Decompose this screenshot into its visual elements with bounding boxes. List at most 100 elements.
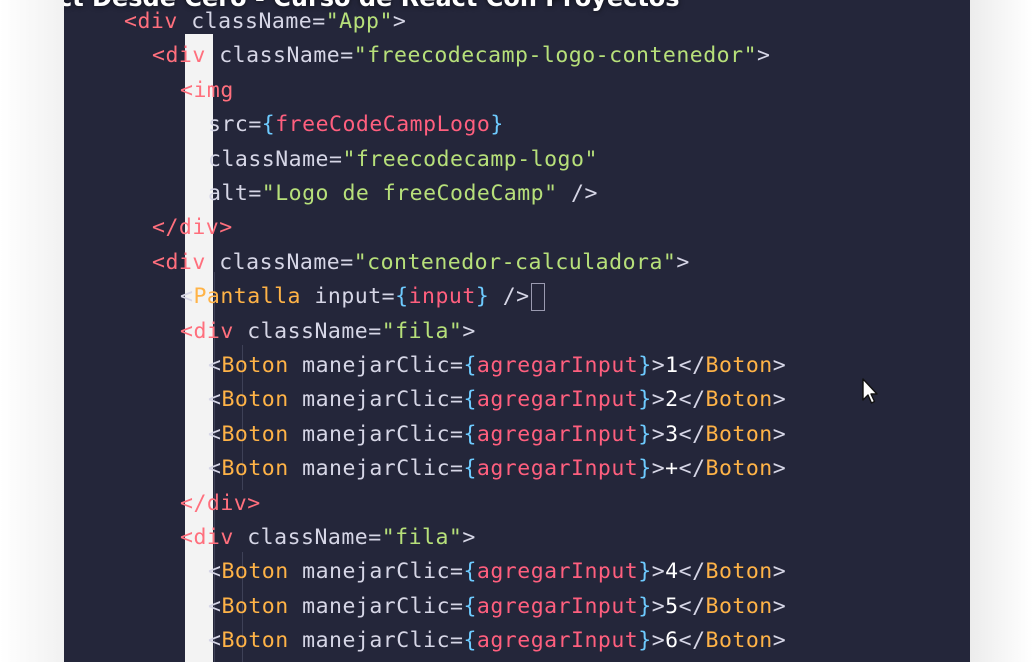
- code-line[interactable]: <Boton manejarClic={agregarInput}>1</Bot…: [208, 351, 786, 381]
- code-token: agregarInput: [476, 628, 639, 654]
- code-token: {: [463, 559, 477, 585]
- code-token: }: [490, 112, 504, 138]
- code-line[interactable]: <div className="freecodecamp-logo-conten…: [152, 41, 770, 71]
- code-token: +: [665, 456, 679, 482]
- code-token: >: [772, 387, 787, 413]
- code-line[interactable]: </div>: [152, 213, 233, 243]
- code-token: Boton: [221, 559, 303, 585]
- code-token: </: [678, 387, 706, 413]
- code-line[interactable]: <Boton manejarClic={agregarInput}>3</Bot…: [208, 420, 786, 450]
- code-token: "freecodecamp-logo-contenedor": [353, 43, 758, 69]
- code-token: Boton: [221, 421, 303, 447]
- code-token: </: [678, 593, 706, 619]
- code-token: />: [557, 181, 598, 206]
- code-token: Boton: [705, 387, 773, 413]
- code-token: >: [651, 593, 666, 619]
- code-token: >: [651, 628, 666, 654]
- code-token: }: [638, 559, 652, 585]
- code-line[interactable]: <div className="contenedor-calculadora">: [152, 248, 690, 278]
- code-token: <: [208, 559, 222, 585]
- code-token: /: [489, 284, 517, 310]
- code-token: freeCodeCampLogo: [275, 112, 491, 138]
- text-cursor: [530, 283, 545, 312]
- code-line[interactable]: <div className="App">: [124, 7, 406, 37]
- code-token: manejarClic=: [302, 559, 464, 585]
- code-token: }: [638, 593, 652, 619]
- code-line[interactable]: src={freeCodeCampLogo}: [208, 110, 504, 140]
- code-line[interactable]: <Boton manejarClic={agregarInput}>5</Bot…: [208, 592, 786, 622]
- code-token: >: [462, 318, 476, 344]
- code-token: <: [208, 593, 222, 619]
- code-token: agregarInput: [476, 593, 639, 619]
- code-token: 5: [665, 593, 679, 619]
- code-token: Boton: [221, 387, 303, 413]
- code-token: </: [678, 559, 706, 585]
- code-line[interactable]: <Boton manejarClic={agregarInput}>+</Bot…: [208, 454, 786, 484]
- code-token: >: [651, 387, 666, 413]
- code-token: <: [208, 353, 222, 378]
- code-token: agregarInput: [476, 559, 639, 585]
- code-token: }: [638, 387, 652, 413]
- code-token: >: [651, 559, 666, 585]
- code-token: <div: [180, 525, 248, 550]
- code-token: </: [678, 456, 706, 482]
- code-line[interactable]: <Boton manejarClic={agregarInput}>2</Bot…: [208, 385, 786, 415]
- code-token: Boton: [705, 559, 773, 585]
- code-token: manejarClic=: [302, 593, 464, 619]
- code-token: src=: [208, 112, 262, 138]
- code-token: alt=: [208, 181, 262, 206]
- code-token: className=: [208, 146, 343, 172]
- code-token: 4: [665, 559, 679, 585]
- code-line[interactable]: </div>: [180, 489, 261, 519]
- code-token: }: [638, 353, 652, 378]
- mouse-pointer-icon: [862, 378, 878, 404]
- code-token: Boton: [221, 593, 303, 619]
- code-line[interactable]: alt="Logo de freeCodeCamp" />: [208, 179, 598, 209]
- code-token: {: [463, 628, 477, 654]
- code-token: >: [772, 559, 787, 585]
- code-token: manejarClic=: [302, 387, 464, 413]
- code-token: </div>: [152, 215, 233, 241]
- code-token: }: [638, 456, 652, 482]
- code-token: Boton: [221, 353, 303, 378]
- code-token: Boton: [705, 628, 773, 654]
- code-token: >: [676, 249, 690, 275]
- code-line[interactable]: <div className="fila">: [180, 317, 476, 347]
- code-token: >: [772, 593, 787, 619]
- code-line[interactable]: className="freecodecamp-logo": [208, 145, 598, 175]
- code-token: manejarClic=: [302, 421, 464, 447]
- code-token: agregarInput: [476, 421, 639, 447]
- code-token: "freecodecamp-logo": [342, 146, 598, 172]
- code-token: manejarClic=: [302, 628, 464, 654]
- code-token: 6: [665, 628, 679, 654]
- code-token: >: [772, 421, 787, 447]
- code-token: >: [772, 456, 787, 482]
- code-token: "App": [325, 9, 393, 34]
- code-token: "fila": [381, 318, 463, 344]
- code-token: className=: [191, 9, 326, 34]
- code-token: {: [463, 353, 477, 378]
- code-token: {: [261, 112, 276, 138]
- code-line[interactable]: <Boton manejarClic={agregarInput}>6</Bot…: [208, 626, 786, 656]
- code-token: </: [678, 628, 706, 654]
- code-token: Boton: [705, 593, 773, 619]
- code-token: >: [772, 628, 787, 654]
- code-token: <: [208, 387, 222, 413]
- code-token: <div: [152, 249, 220, 275]
- code-token: agregarInput: [476, 353, 639, 378]
- code-token: Pantalla: [193, 284, 315, 310]
- code-line[interactable]: <img: [180, 76, 234, 106]
- code-token: }: [638, 628, 652, 654]
- code-token: </div>: [180, 490, 261, 516]
- code-token: "contenedor-calculadora": [353, 249, 677, 275]
- code-token: agregarInput: [476, 387, 639, 413]
- code-token: manejarClic=: [302, 353, 464, 378]
- code-token: className=: [247, 318, 382, 344]
- code-token: Boton: [705, 456, 773, 482]
- code-line[interactable]: <Boton manejarClic={agregarInput}>4</Bot…: [208, 557, 786, 587]
- code-line[interactable]: <Pantalla input={input} />: [180, 282, 545, 312]
- code-token: {: [463, 387, 477, 413]
- code-token: >: [651, 421, 666, 447]
- code-token: >: [516, 284, 530, 310]
- code-line[interactable]: <div className="fila">: [180, 523, 476, 553]
